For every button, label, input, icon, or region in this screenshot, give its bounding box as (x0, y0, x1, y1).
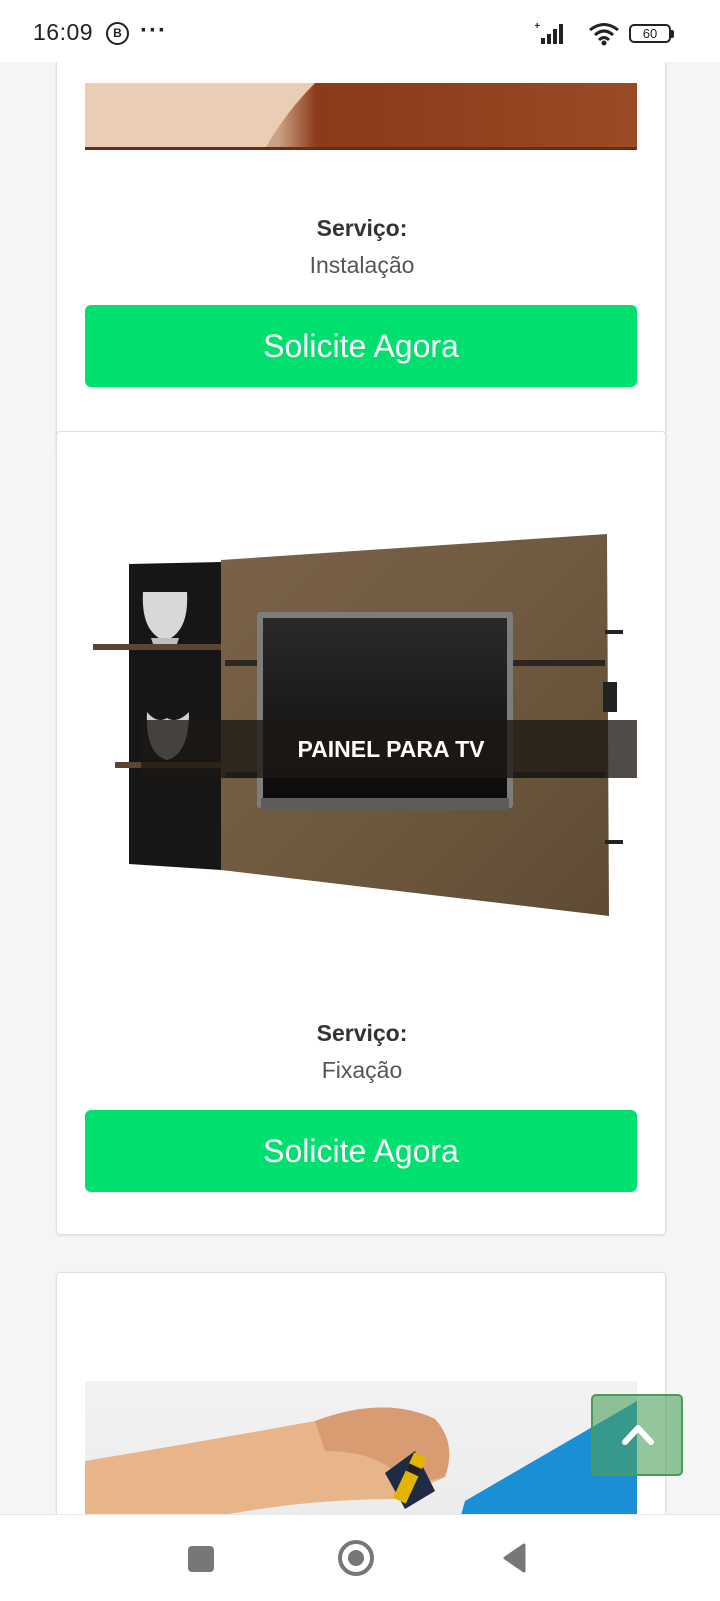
service-card-fixacao: PAINEL PARA TV Serviço: Fixação Solicite… (56, 431, 666, 1235)
request-now-button[interactable]: Solicite Agora (85, 305, 637, 387)
tv-panel-photo[interactable]: PAINEL PARA TV (85, 492, 637, 952)
back-to-top-button[interactable] (591, 1394, 683, 1476)
battery-icon: 60 (629, 24, 671, 43)
system-nav-bar (0, 1514, 720, 1601)
service-label: Serviço: (316, 215, 408, 241)
service-value: Fixação (321, 1057, 403, 1083)
service-label: Serviço: (316, 1020, 408, 1046)
more-notifications-icon: ··· (140, 17, 167, 44)
signal-icon: H+ (535, 21, 563, 44)
service-card-instalacao: Serviço: Instalação Solicite Agora (56, 62, 666, 454)
status-time: 16:09 (33, 19, 94, 45)
request-now-button[interactable]: Solicite Agora (85, 1110, 637, 1192)
battery-tip (671, 30, 674, 38)
service-value: Instalação (309, 252, 415, 278)
wifi-icon (589, 23, 619, 46)
square-recent-apps-icon[interactable] (188, 1546, 214, 1572)
circle-home-icon[interactable] (338, 1540, 374, 1576)
content-area[interactable]: Serviço: Instalação Solicite Agora PAINE… (0, 62, 720, 1514)
installation-photo (85, 62, 637, 152)
chevron-up-icon (622, 1425, 654, 1445)
hands-tools-photo[interactable] (85, 1381, 637, 1514)
image-caption: PAINEL PARA TV (141, 720, 637, 778)
service-card (56, 1272, 666, 1514)
notification-badge-icon: B (106, 22, 129, 45)
status-bar: 16:09 B ··· H+ 60 (0, 0, 720, 62)
triangle-back-icon[interactable] (500, 1542, 528, 1574)
network-type-label: H+ (535, 21, 540, 32)
